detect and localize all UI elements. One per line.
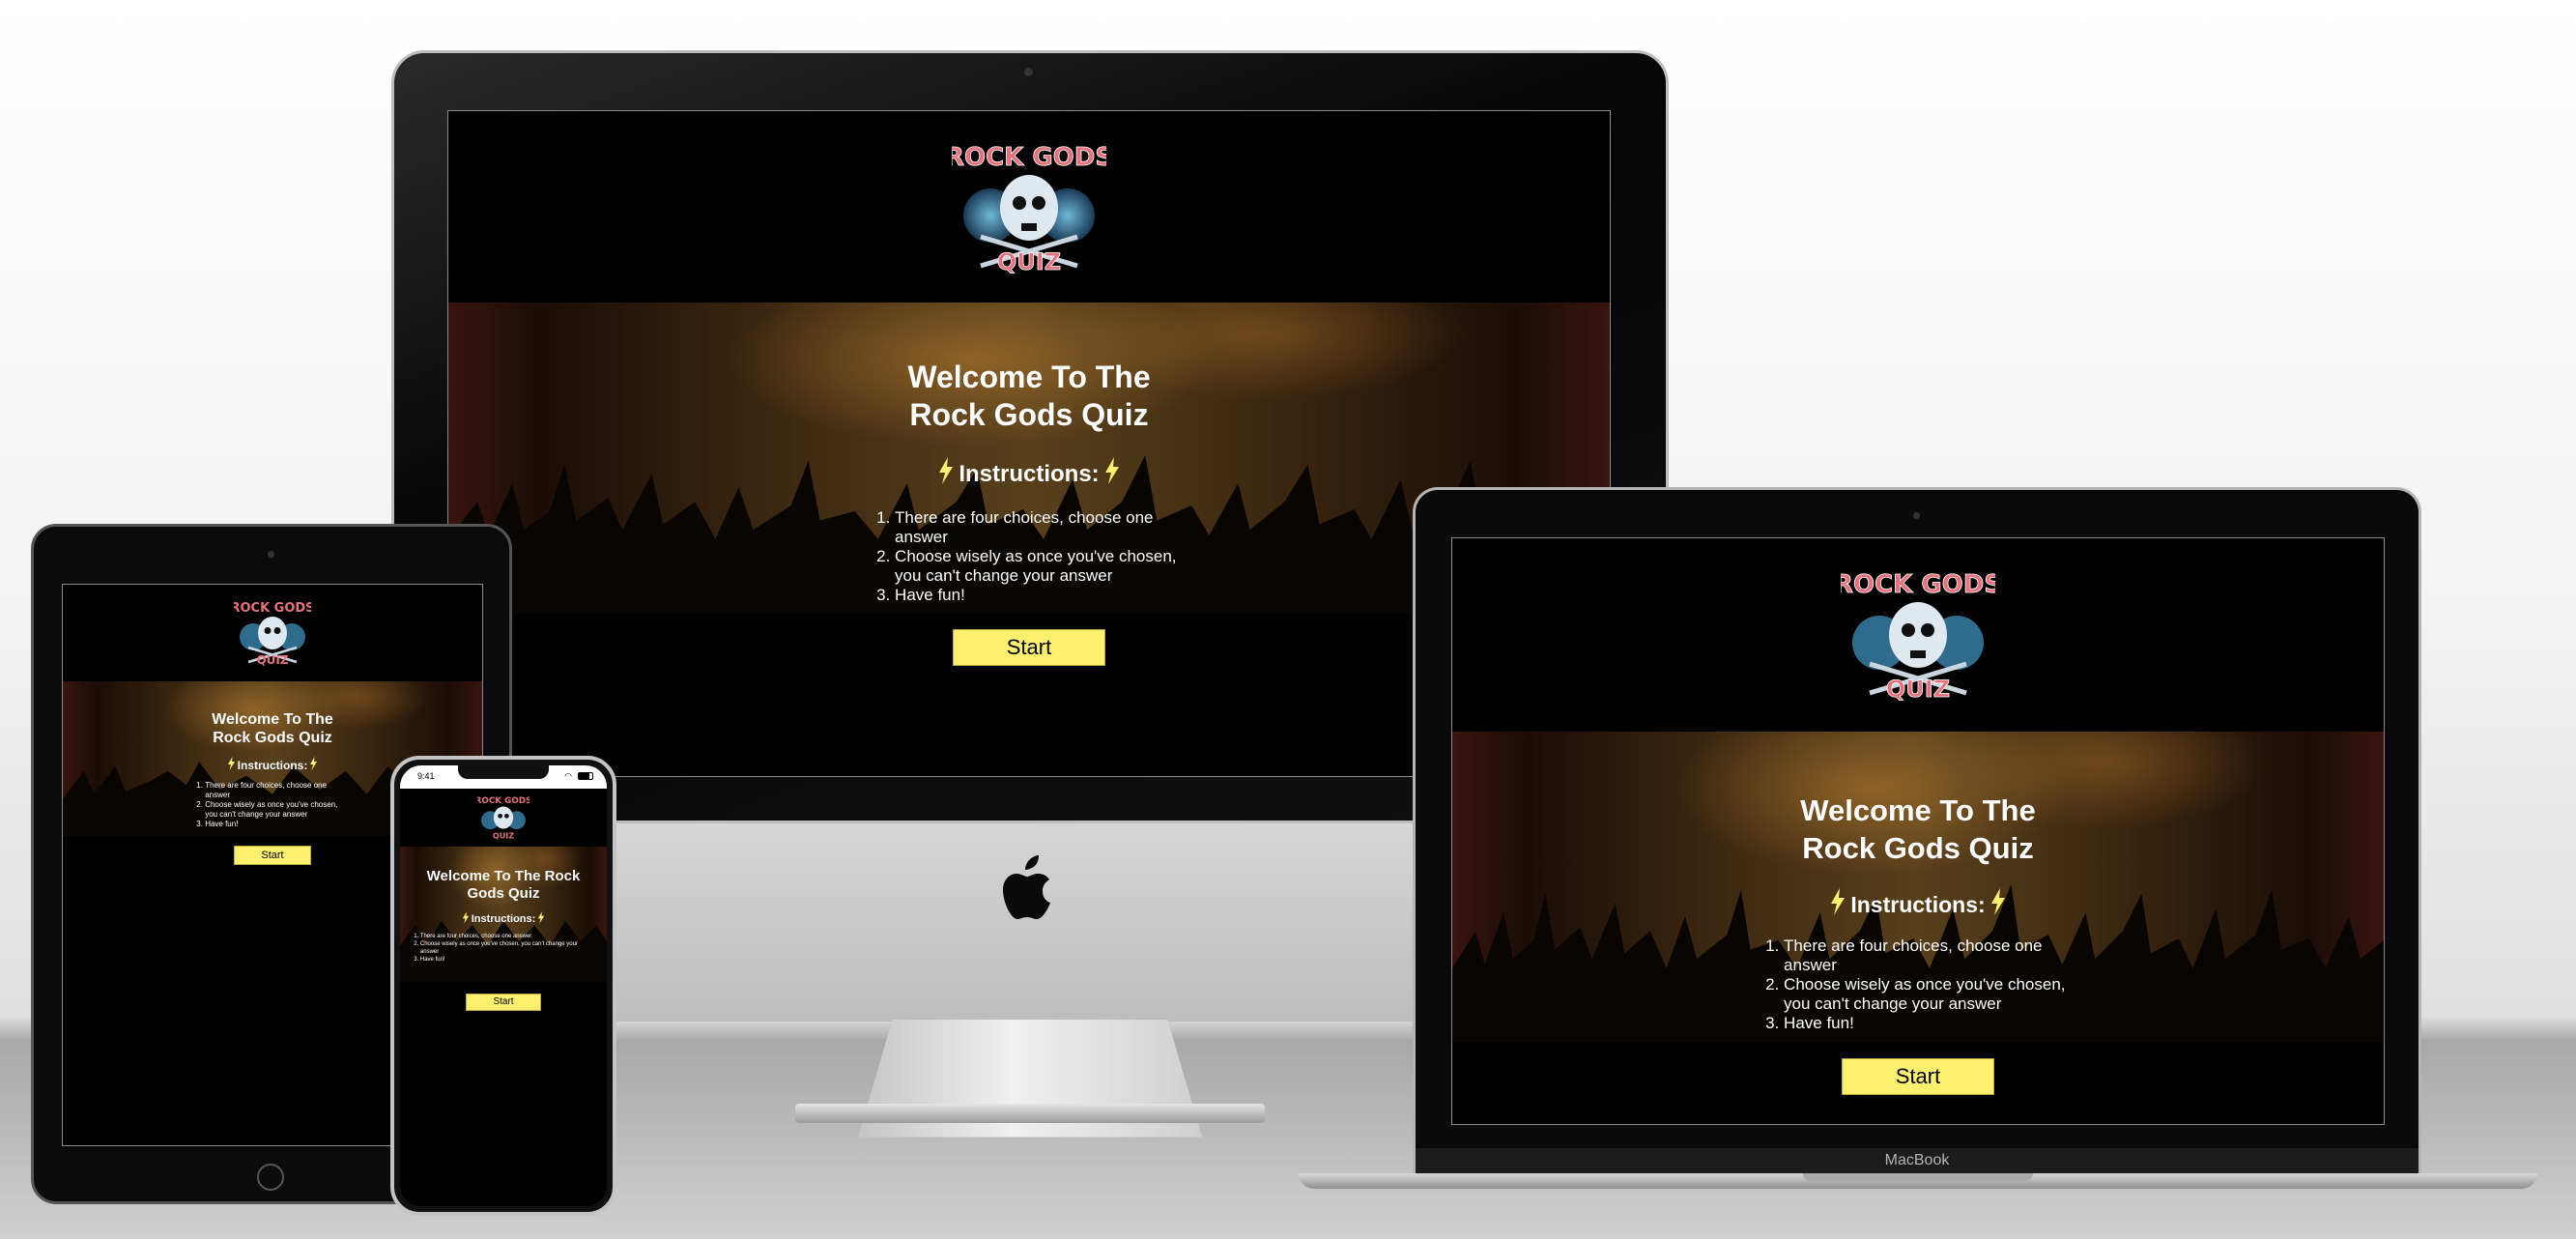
instructions-heading-row: Instructions: xyxy=(448,457,1610,491)
start-row: Start xyxy=(1452,1058,2384,1095)
site-title: Welcome To The Rock Gods Quiz xyxy=(212,711,333,746)
ipad-home-button[interactable] xyxy=(257,1164,284,1191)
instruction-item: Have fun! xyxy=(1784,1014,2074,1033)
site-title: Welcome To The Rock Gods Quiz xyxy=(907,360,1151,432)
macbook-bottom-bezel: MacBook xyxy=(1416,1148,2419,1173)
start-button[interactable]: Start xyxy=(953,629,1105,666)
instruction-item: There are four choices, choose one answe… xyxy=(420,933,594,940)
instructions-heading-row: Instructions: xyxy=(63,757,482,773)
start-button[interactable]: Start xyxy=(466,994,541,1011)
instruction-item: There are four choices, choose one answe… xyxy=(1784,936,2074,975)
site-logo: ROCK GODS QUIZ xyxy=(1841,570,1995,703)
instructions-heading-row: Instructions: xyxy=(400,911,607,927)
site-logo: ROCK GODS QUIZ xyxy=(234,601,311,667)
start-button[interactable]: Start xyxy=(1842,1058,1994,1095)
lightning-bolt-icon xyxy=(537,911,545,927)
macbook-screen: ROCK GODS QUIZ Welcome To The Rock Gods … xyxy=(1451,537,2385,1125)
logo-text-top: ROCK GODS xyxy=(952,143,1106,172)
instructions-heading: Instructions: xyxy=(471,913,536,925)
instructions-heading: Instructions: xyxy=(959,460,1100,487)
lightning-bolt-icon xyxy=(227,757,236,773)
hero-section: Welcome To The Rock Gods Quiz Instructio… xyxy=(1452,732,2384,1043)
hero-section: Welcome To The Rock Gods Quiz Instructio… xyxy=(400,847,607,982)
instructions-heading: Instructions: xyxy=(237,758,308,772)
instructions-list: There are four choices, choose one answe… xyxy=(873,508,1185,605)
macbook-notch xyxy=(1803,1173,2033,1181)
logo-text-top: ROCK GODS xyxy=(234,601,311,616)
instruction-item: Choose wisely as once you've chosen, you… xyxy=(205,800,350,820)
instruction-item: Have fun! xyxy=(420,956,594,964)
imac-stand xyxy=(858,1020,1202,1138)
imac-stand-base xyxy=(795,1104,1265,1123)
logo-text-top: ROCK GODS xyxy=(1841,570,1995,599)
instruction-item: Choose wisely as once you've chosen, you… xyxy=(895,547,1185,586)
iphone-screen: 9:41 ◠ ROCK GODS QUIZ Welcome To The Roc… xyxy=(400,765,607,1206)
instructions-list: There are four choices, choose one answe… xyxy=(195,781,350,829)
instructions-heading-row: Instructions: xyxy=(1452,888,2384,921)
macbook-camera xyxy=(1913,512,1920,519)
instructions-heading: Instructions: xyxy=(1850,891,1986,917)
lightning-bolt-icon xyxy=(1103,457,1121,491)
site-logo: ROCK GODS QUIZ xyxy=(477,796,530,841)
hero-section: Welcome To The Rock Gods Quiz Instructio… xyxy=(63,681,482,836)
instruction-item: There are four choices, choose one answe… xyxy=(205,781,350,800)
lightning-bolt-icon xyxy=(462,911,470,927)
logo-text-bottom: QUIZ xyxy=(256,653,288,667)
instruction-item: Choose wisely as once you've chosen, you… xyxy=(1784,975,2074,1014)
logo-text-top: ROCK GODS xyxy=(477,796,530,806)
instruction-item: There are four choices, choose one answe… xyxy=(895,508,1185,547)
site-title: Welcome To The Rock Gods Quiz xyxy=(426,868,581,902)
macbook-brand-label: MacBook xyxy=(1884,1152,1950,1168)
instructions-list: There are four choices, choose one answe… xyxy=(413,933,594,964)
wifi-icon: ◠ xyxy=(564,771,572,781)
imac-camera xyxy=(1024,68,1033,76)
site-logo: ROCK GODS QUIZ xyxy=(952,143,1106,275)
lightning-bolt-icon xyxy=(1989,888,2007,921)
hero-section: Welcome To The Rock Gods Quiz Instructio… xyxy=(448,303,1610,614)
ipad-camera xyxy=(268,551,274,558)
start-button[interactable]: Start xyxy=(234,846,311,865)
iphone-site: ROCK GODS QUIZ Welcome To The Rock Gods … xyxy=(400,789,607,1206)
start-row: Start xyxy=(400,992,607,1011)
instructions-list: There are four choices, choose one answe… xyxy=(1762,936,2074,1033)
site-title: Welcome To The Rock Gods Quiz xyxy=(1800,793,2036,865)
lightning-bolt-icon xyxy=(309,757,318,773)
lightning-bolt-icon xyxy=(937,457,955,491)
instruction-item: Have fun! xyxy=(895,586,1185,605)
instruction-item: Have fun! xyxy=(205,820,350,829)
instruction-item: Choose wisely as once you've chosen, you… xyxy=(420,940,594,956)
logo-text-bottom: QUIZ xyxy=(1886,676,1950,703)
lightning-bolt-icon xyxy=(1829,888,1846,921)
logo-text-bottom: QUIZ xyxy=(493,831,514,841)
macbook-site: ROCK GODS QUIZ Welcome To The Rock Gods … xyxy=(1452,538,2384,1124)
apple-logo-icon xyxy=(1003,855,1050,919)
ipad-logo-wrap: ROCK GODS QUIZ xyxy=(63,598,482,668)
logo-text-bottom: QUIZ xyxy=(997,248,1061,275)
imac-logo-wrap: ROCK GODS QUIZ xyxy=(448,140,1610,275)
battery-icon xyxy=(578,772,593,780)
